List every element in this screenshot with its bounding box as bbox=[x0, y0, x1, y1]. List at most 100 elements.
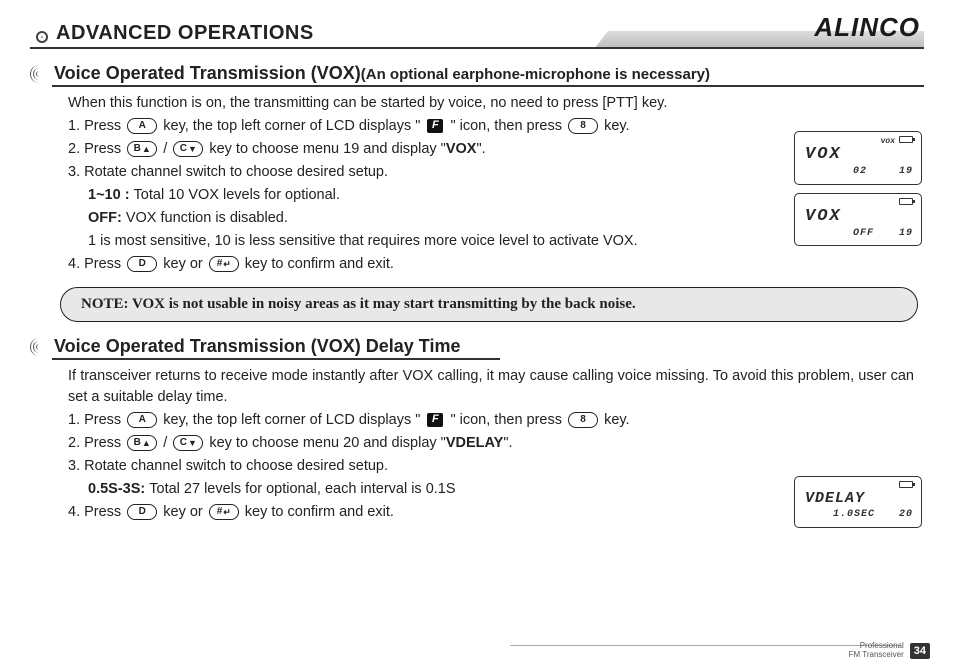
text: 2. Press bbox=[68, 435, 125, 451]
key-a-icon: A bbox=[127, 412, 157, 428]
key-label: # bbox=[217, 259, 223, 269]
text: 1. Press bbox=[68, 118, 125, 134]
vdelay-step-4: 4. Press D key or #↵ key to confirm and … bbox=[68, 502, 914, 523]
text: ". bbox=[503, 435, 512, 451]
key-b-up-icon: B▲ bbox=[127, 435, 157, 451]
key-hash-icon: #↵ bbox=[209, 256, 239, 272]
menu-name: VOX bbox=[446, 141, 477, 157]
vox-step-1: 1. Press A key, the top left corner of L… bbox=[68, 116, 914, 137]
text: key to choose menu 19 and display " bbox=[209, 141, 446, 157]
text: Total 10 VOX levels for optional. bbox=[134, 187, 340, 203]
page-header: ADVANCED OPERATIONS ALINCO bbox=[30, 22, 924, 49]
vdelay-body: If transceiver returns to receive mode i… bbox=[68, 366, 914, 523]
battery-icon bbox=[899, 198, 913, 205]
vox-intro: When this function is on, the transmitti… bbox=[68, 93, 914, 114]
text: Total 27 levels for optional, each inter… bbox=[149, 481, 455, 497]
text: 4. Press bbox=[68, 256, 125, 272]
vdelay-section: Voice Operated Transmission (VOX) Delay … bbox=[30, 336, 924, 523]
key-label: B bbox=[134, 438, 141, 448]
page-footer: Professional FM Transceiver 34 bbox=[849, 642, 930, 660]
off-label: OFF: bbox=[88, 210, 126, 226]
header-rule bbox=[30, 47, 924, 49]
range-label: 1~10 : bbox=[88, 187, 134, 203]
text: key to confirm and exit. bbox=[245, 504, 394, 520]
text: VOX function is disabled. bbox=[126, 210, 288, 226]
vox-step-3: 3. Rotate channel switch to choose desir… bbox=[68, 162, 914, 183]
key-label: # bbox=[217, 507, 223, 517]
brand-logo: ALINCO bbox=[814, 12, 924, 43]
vox-note: NOTE: VOX is not usable in noisy areas a… bbox=[60, 287, 918, 322]
page-number: 34 bbox=[910, 643, 930, 659]
f-indicator-icon: F bbox=[427, 413, 443, 427]
key-label: B bbox=[134, 144, 141, 154]
text: key or bbox=[163, 504, 207, 520]
range-label: 0.5S-3S: bbox=[88, 481, 149, 497]
key-c-down-icon: C▼ bbox=[173, 435, 203, 451]
key-b-up-icon: B▲ bbox=[127, 141, 157, 157]
vdelay-lcd-stack: VDELAY 1.0SEC 20 bbox=[794, 476, 922, 528]
vdelay-step-3: 3. Rotate channel switch to choose desir… bbox=[68, 456, 914, 477]
text: " icon, then press bbox=[450, 412, 566, 428]
vdelay-intro: If transceiver returns to receive mode i… bbox=[68, 366, 914, 408]
lcd-menu-num: 20 bbox=[899, 508, 913, 523]
lcd-main: VOX bbox=[805, 208, 913, 225]
footer-rule bbox=[510, 645, 900, 646]
key-c-down-icon: C▼ bbox=[173, 141, 203, 157]
lcd-main: VOX bbox=[805, 146, 913, 163]
bullet-icon bbox=[36, 31, 48, 43]
text: / bbox=[163, 435, 167, 451]
vox-step-4: 4. Press D key or #↵ key to confirm and … bbox=[68, 254, 914, 275]
vox-title: Voice Operated Transmission (VOX) bbox=[54, 63, 361, 85]
lcd-vox-off: VOX OFF 19 bbox=[794, 193, 922, 247]
text: key or bbox=[163, 256, 207, 272]
text: key, the top left corner of LCD displays… bbox=[163, 412, 424, 428]
lcd-value: 1.0SEC bbox=[833, 508, 875, 523]
lcd-value: 02 bbox=[853, 165, 867, 180]
lcd-menu-num: 19 bbox=[899, 165, 913, 180]
vox-body: When this function is on, the transmitti… bbox=[68, 93, 914, 275]
battery-icon bbox=[899, 136, 913, 143]
menu-name: VDELAY bbox=[446, 435, 503, 451]
heading-rule bbox=[52, 85, 924, 87]
text: ". bbox=[476, 141, 485, 157]
key-8-icon: 8 bbox=[568, 412, 598, 428]
vox-indicator-icon: vox bbox=[881, 136, 895, 146]
vox-sensitivity-note: 1 is most sensitive, 10 is less sensitiv… bbox=[88, 231, 914, 252]
key-label: C bbox=[180, 438, 187, 448]
text: key. bbox=[604, 118, 630, 134]
vox-section: Voice Operated Transmission (VOX) (An op… bbox=[30, 63, 924, 322]
broadcast-icon bbox=[30, 338, 48, 356]
vox-level-range: 1~10 : Total 10 VOX levels for optional. bbox=[88, 185, 914, 206]
footer-line2: FM Transceiver bbox=[849, 651, 904, 660]
lcd-value: OFF bbox=[853, 227, 874, 242]
text: 4. Press bbox=[68, 504, 125, 520]
key-8-icon: 8 bbox=[568, 118, 598, 134]
page-title: ADVANCED OPERATIONS bbox=[56, 22, 314, 49]
text: " icon, then press bbox=[450, 118, 566, 134]
heading-rule bbox=[52, 358, 500, 360]
key-hash-icon: #↵ bbox=[209, 504, 239, 520]
lcd-vox-on: vox VOX 02 19 bbox=[794, 131, 922, 185]
vox-lcd-stack: vox VOX 02 19 VOX OFF 19 bbox=[794, 131, 922, 246]
text: key to confirm and exit. bbox=[245, 256, 394, 272]
f-indicator-icon: F bbox=[427, 119, 443, 133]
lcd-main: VDELAY bbox=[805, 491, 913, 506]
vdelay-step-2: 2. Press B▲ / C▼ key to choose menu 20 a… bbox=[68, 433, 914, 454]
text: 1. Press bbox=[68, 412, 125, 428]
vox-off-note: OFF: VOX function is disabled. bbox=[88, 208, 914, 229]
footer-text: Professional FM Transceiver bbox=[849, 642, 904, 660]
key-label: C bbox=[180, 144, 187, 154]
broadcast-icon bbox=[30, 65, 48, 83]
text: 2. Press bbox=[68, 141, 125, 157]
vox-subtitle: (An optional earphone-microphone is nece… bbox=[361, 66, 710, 83]
vdelay-range: 0.5S-3S: Total 27 levels for optional, e… bbox=[88, 479, 914, 500]
vdelay-step-1: 1. Press A key, the top left corner of L… bbox=[68, 410, 914, 431]
vdelay-heading: Voice Operated Transmission (VOX) Delay … bbox=[30, 336, 500, 360]
key-d-icon: D bbox=[127, 504, 157, 520]
lcd-menu-num: 19 bbox=[899, 227, 913, 242]
vdelay-title: Voice Operated Transmission (VOX) Delay … bbox=[54, 336, 460, 358]
text: key. bbox=[604, 412, 630, 428]
key-d-icon: D bbox=[127, 256, 157, 272]
text: / bbox=[163, 141, 167, 157]
vox-heading: Voice Operated Transmission (VOX) (An op… bbox=[30, 63, 924, 87]
